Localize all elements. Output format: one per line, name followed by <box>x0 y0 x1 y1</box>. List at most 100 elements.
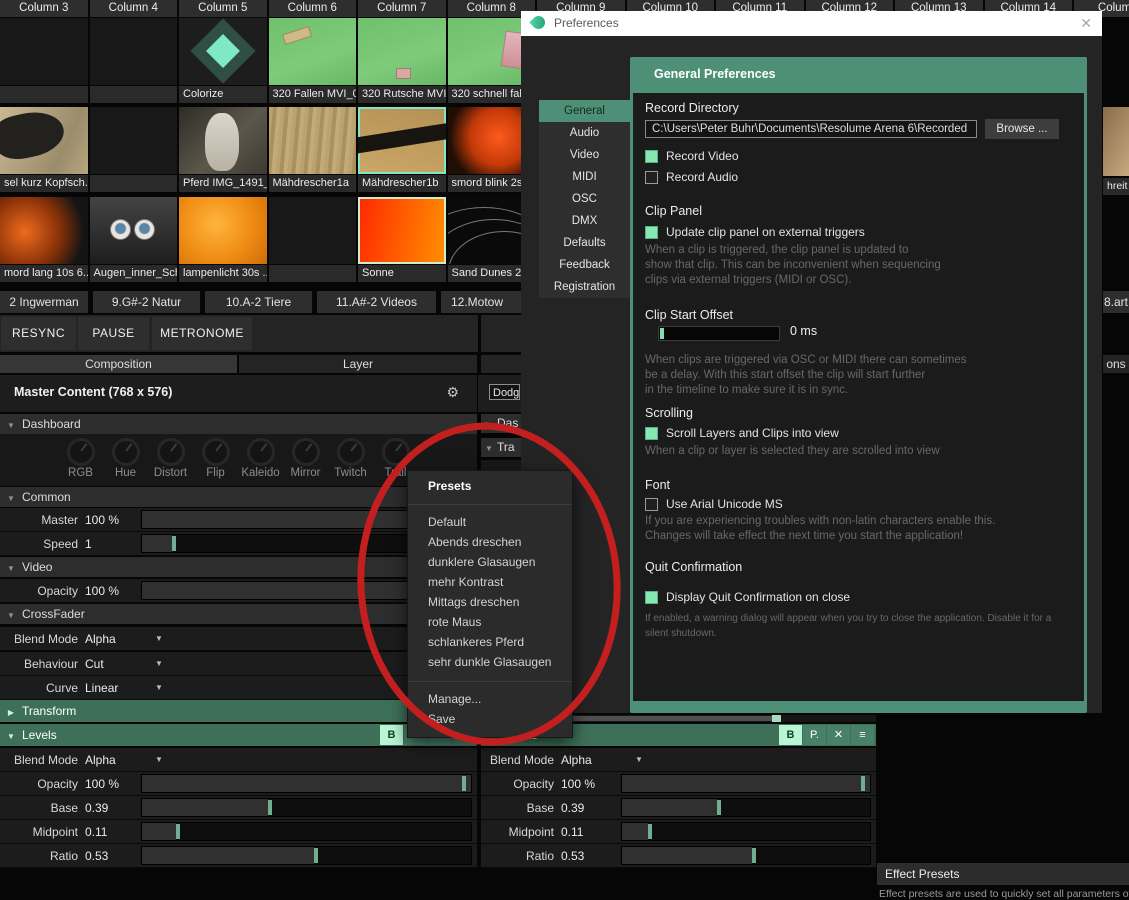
video-section-header[interactable]: ▼Video <box>0 557 477 577</box>
deck-tab[interactable]: 11.A#-2 Videos <box>317 291 436 313</box>
dial-flip[interactable]: Flip <box>193 434 238 486</box>
chevron-down-icon[interactable]: ▼ <box>635 755 643 764</box>
tab-video[interactable]: Video <box>539 144 630 166</box>
dialog-titlebar[interactable]: Preferences ✕ <box>521 11 1102 36</box>
levels-midpoint-slider[interactable] <box>621 822 871 841</box>
levels-ratio-slider[interactable] <box>141 846 472 865</box>
menu-item-preset[interactable]: Mittags dreschen <box>408 592 572 612</box>
menu-item-preset[interactable]: Abends dreschen <box>408 532 572 552</box>
arial-unicode-checkbox[interactable]: Use Arial Unicode MS <box>645 496 783 512</box>
tab-general[interactable]: General <box>539 100 630 122</box>
bypass-button[interactable]: B <box>380 725 403 745</box>
column-header[interactable]: Column 3 <box>0 0 88 17</box>
clip-cell[interactable] <box>90 107 178 192</box>
transform-header-partial[interactable]: ▼Tra <box>481 438 521 457</box>
chevron-down-icon[interactable]: ▼ <box>155 683 163 692</box>
menu-item-manage[interactable]: Manage... <box>408 689 572 709</box>
levels-base-slider[interactable] <box>621 798 871 817</box>
deck-tab[interactable]: 12.Motow <box>441 291 531 313</box>
dial-kaleido[interactable]: Kaleido <box>238 434 283 486</box>
deck-tab[interactable]: 2 Ingwerman <box>0 291 88 313</box>
clip-cell[interactable]: Mähdrescher1b <box>358 107 446 192</box>
presets-button[interactable]: P. <box>803 725 826 745</box>
clip-cell[interactable] <box>269 197 357 282</box>
clip-cell[interactable] <box>90 18 178 103</box>
browse-button[interactable]: Browse ... <box>985 119 1059 139</box>
dial-rgb[interactable]: RGB <box>58 434 103 486</box>
chevron-down-icon[interactable]: ▼ <box>155 755 163 764</box>
behaviour-dropdown[interactable]: Cut <box>85 657 141 671</box>
clip-cell[interactable]: Sonne <box>358 197 446 282</box>
clip-cell[interactable]: lampenlicht 30s ... <box>179 197 267 282</box>
remove-effect-button[interactable]: ✕ <box>827 725 850 745</box>
clip-cell[interactable]: 320 Rutsche MVI... <box>358 18 446 103</box>
clip-cell[interactable]: Colorize <box>179 18 267 103</box>
curve-dropdown[interactable]: Linear <box>85 681 141 695</box>
menu-item-preset[interactable]: mehr Kontrast <box>408 572 572 592</box>
tab-osc[interactable]: OSC <box>539 188 630 210</box>
tab-midi[interactable]: MIDI <box>539 166 630 188</box>
tab-composition[interactable]: Composition <box>0 355 237 373</box>
transform-section-header[interactable]: ▶Transform <box>0 700 477 722</box>
menu-item-save[interactable]: Save <box>408 709 572 729</box>
menu-item-preset[interactable]: dunklere Glasaugen <box>408 552 572 572</box>
menu-item-preset[interactable]: schlankeres Pferd <box>408 632 572 652</box>
clip-cell[interactable] <box>0 18 88 103</box>
menu-icon[interactable]: ≡ <box>851 725 874 745</box>
clip-cell[interactable]: Augen_inner_Sch... <box>90 197 178 282</box>
metronome-button[interactable]: METRONOME <box>152 317 252 350</box>
resync-button[interactable]: RESYNC <box>1 317 76 350</box>
dashboard-section-header[interactable]: ▼Dashboard <box>0 414 477 434</box>
effect-presets-header[interactable]: Effect Presets <box>877 863 1129 885</box>
levels-blend-dropdown[interactable]: Alpha <box>561 753 621 767</box>
crossfader-section-header[interactable]: ▼CrossFader <box>0 604 477 624</box>
levels-blend-dropdown[interactable]: Alpha <box>85 753 141 767</box>
column-header[interactable]: Column 4 <box>90 0 178 17</box>
clip-cell[interactable]: mord lang 10s 6... <box>0 197 88 282</box>
dial-twitch[interactable]: Twitch <box>328 434 373 486</box>
clip-start-offset-value[interactable]: 0 ms <box>790 324 817 338</box>
bypass-button[interactable]: B <box>779 725 802 745</box>
levels-section-header[interactable]: ▼Levels B P. ✕ ≡ <box>0 724 477 746</box>
levels-ratio-slider[interactable] <box>621 846 871 865</box>
deck-tab-partial[interactable]: 8.art <box>1103 291 1129 313</box>
clip-cell[interactable]: Mähdrescher1a <box>269 107 357 192</box>
column-header[interactable]: Column 5 <box>179 0 267 17</box>
chevron-down-icon[interactable]: ▼ <box>155 634 163 643</box>
quit-confirmation-checkbox[interactable]: Display Quit Confirmation on close <box>645 589 850 605</box>
pause-button[interactable]: PAUSE <box>78 317 149 350</box>
tab-registration[interactable]: Registration <box>539 276 630 298</box>
tab-partial-right[interactable]: ons <box>1103 355 1129 373</box>
menu-item-default[interactable]: Default <box>408 512 572 532</box>
deck-tab[interactable]: 10.A-2 Tiere <box>205 291 312 313</box>
levels-opacity-slider[interactable] <box>141 774 472 793</box>
record-video-checkbox[interactable]: Record Video <box>645 148 739 164</box>
dial-mirror[interactable]: Mirror <box>283 434 328 486</box>
tab-dmx[interactable]: DMX <box>539 210 630 232</box>
chevron-down-icon[interactable]: ▼ <box>155 659 163 668</box>
tab-defaults[interactable]: Defaults <box>539 232 630 254</box>
menu-item-preset[interactable]: rote Maus <box>408 612 572 632</box>
scroll-into-view-checkbox[interactable]: Scroll Layers and Clips into view <box>645 425 839 441</box>
common-section-header[interactable]: ▼Common <box>0 487 477 507</box>
close-icon[interactable]: ✕ <box>1080 11 1092 36</box>
column-header[interactable]: Column 7 <box>358 0 446 17</box>
levels-base-slider[interactable] <box>141 798 472 817</box>
clip-thumbnail[interactable] <box>1103 107 1129 176</box>
blend-mode-dropdown[interactable]: Alpha <box>85 632 141 646</box>
record-audio-checkbox[interactable]: Record Audio <box>645 169 738 185</box>
clip-cell[interactable]: 320 Fallen MVI_0... <box>269 18 357 103</box>
deck-tab[interactable]: 9.G#-2 Natur <box>93 291 200 313</box>
update-clip-panel-checkbox[interactable]: Update clip panel on external triggers <box>645 224 865 240</box>
tab-partial[interactable] <box>481 355 521 373</box>
gear-icon[interactable]: ⚙ <box>446 384 459 401</box>
menu-item-preset[interactable]: sehr dunkle Glasaugen <box>408 652 572 672</box>
dial-distort[interactable]: Distort <box>148 434 193 486</box>
tab-layer[interactable]: Layer <box>239 355 477 373</box>
dial-hue[interactable]: Hue <box>103 434 148 486</box>
column-header[interactable]: Column 6 <box>269 0 357 17</box>
clip-cell[interactable]: sel kurz Kopfsch... <box>0 107 88 192</box>
clip-start-offset-slider[interactable] <box>658 326 780 341</box>
levels-midpoint-slider[interactable] <box>141 822 472 841</box>
record-directory-input[interactable] <box>645 120 977 138</box>
